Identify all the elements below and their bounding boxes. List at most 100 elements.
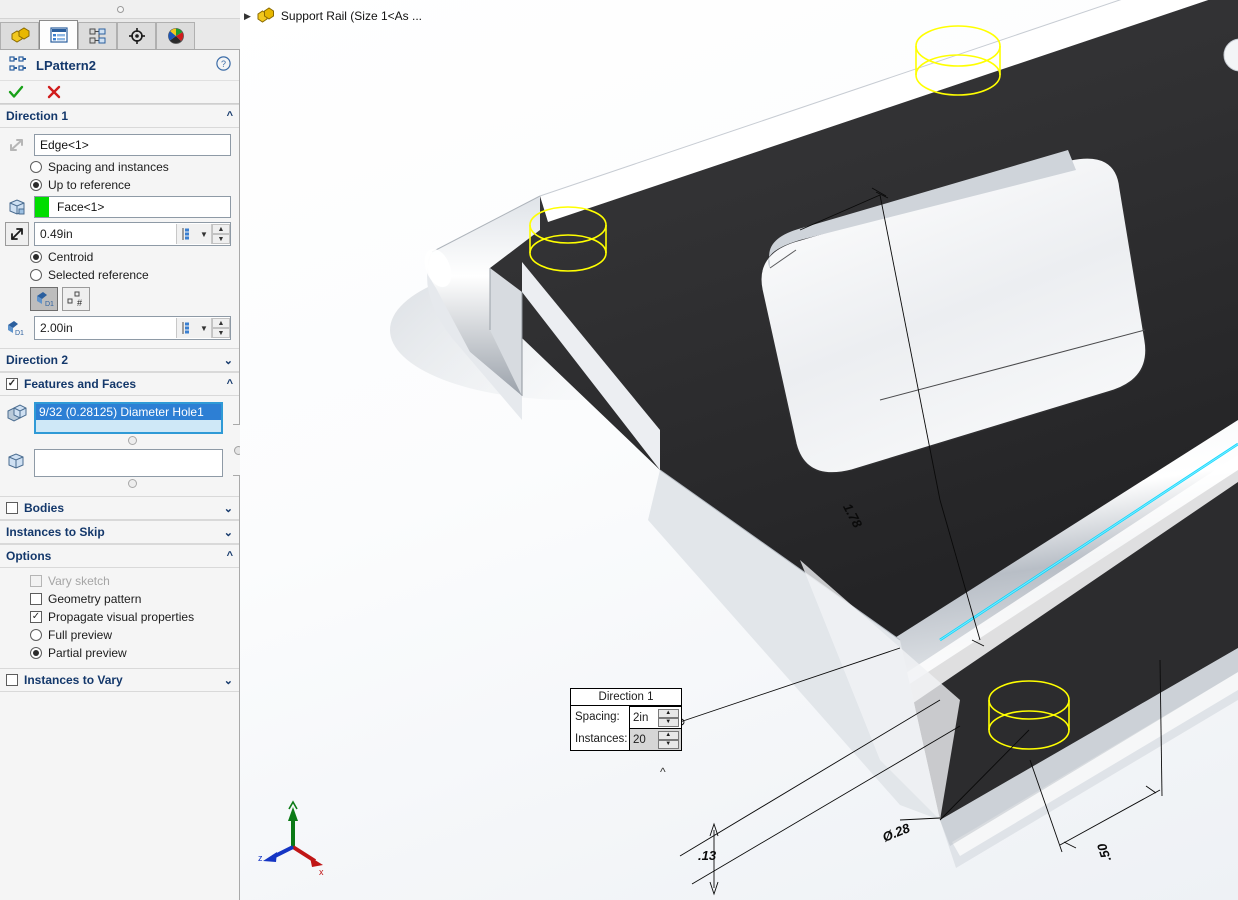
chevron-down-icon-skip[interactable]: ⌄ (224, 526, 233, 539)
radio-up-to-reference[interactable]: Up to reference (0, 176, 239, 194)
panel-titlebar[interactable] (0, 0, 240, 19)
bodies-checkbox[interactable] (6, 502, 18, 514)
popup-instances-spinner[interactable]: ▲ ▼ (655, 730, 679, 749)
section-header-instances-to-skip[interactable]: Instances to Skip ⌄ (0, 520, 239, 544)
popup-spacing-field[interactable]: 2in ▲ ▼ (629, 706, 681, 728)
popup-instances-label: Instances: (575, 733, 628, 745)
lpattern-icon (8, 54, 28, 77)
spacing-distance-row: D1 2.00in ▼ ▲ ▼ (0, 314, 239, 342)
radio-label-centroid: Centroid (48, 250, 94, 264)
section-header-direction-2[interactable]: Direction 2 ⌄ (0, 348, 239, 372)
propagate-visual-properties-checkbox[interactable]: ✓ (30, 611, 42, 623)
geometry-pattern-label: Geometry pattern (48, 592, 142, 606)
section-header-instances-to-vary[interactable]: Instances to Vary ⌄ (0, 668, 239, 692)
spinner-down-icon-2[interactable]: ▼ (212, 328, 230, 338)
accept-button[interactable] (6, 83, 26, 101)
popup-instances-field[interactable]: 20 ▲ ▼ (629, 728, 681, 750)
chevron-down-icon-bodies[interactable]: ⌄ (224, 502, 233, 515)
option-geometry-pattern[interactable]: Geometry pattern (0, 590, 239, 608)
offset-distance-control[interactable]: 0.49in ▼ ▲ ▼ (34, 222, 231, 246)
popup-instances-down-icon[interactable]: ▼ (657, 739, 679, 749)
property-manager-tab[interactable] (39, 20, 78, 49)
chevron-down-icon-direction-2[interactable]: ⌄ (224, 354, 233, 367)
dim-1-78[interactable]: 1.78 (840, 501, 865, 530)
spacing-distance-control[interactable]: 2.00in ▼ ▲ ▼ (34, 316, 231, 340)
offset-distance-mode-button[interactable]: D1 (30, 287, 58, 311)
chevron-down-icon-vary[interactable]: ⌄ (224, 674, 233, 687)
offset-distance-value[interactable]: 0.49in (35, 224, 176, 244)
popup-collapse-icon[interactable]: ^ (660, 765, 666, 779)
popup-spacing-spinner[interactable]: ▲ ▼ (655, 708, 679, 727)
radio-icon-centroid[interactable] (30, 251, 42, 263)
direction-edge-field[interactable]: Edge<1> (34, 134, 231, 156)
popup-spacing-down-icon[interactable]: ▼ (657, 717, 679, 727)
partial-preview-radio[interactable] (30, 647, 42, 659)
popup-instances-up-icon[interactable]: ▲ (657, 730, 679, 740)
chevron-down-icon-2[interactable]: ▼ (197, 318, 211, 338)
dim-0-13[interactable]: .13 (698, 848, 716, 863)
spinner-down-icon[interactable]: ▼ (212, 234, 230, 244)
features-selection-box[interactable]: 9/32 (0.28125) Diameter Hole1 (34, 402, 223, 434)
feature-manager-tab[interactable] (0, 22, 39, 49)
dim-0-50[interactable]: .50 (1094, 842, 1114, 864)
spinner-up-icon[interactable]: ▲ (212, 224, 230, 234)
geometry-pattern-checkbox[interactable] (30, 593, 42, 605)
faces-selection-row (0, 447, 239, 490)
chevron-up-icon-features[interactable]: ^ (227, 378, 233, 390)
spacing-distance-value[interactable]: 2.00in (35, 318, 176, 338)
section-header-direction-1[interactable]: Direction 1 ^ (0, 104, 239, 128)
instances-to-vary-checkbox[interactable] (6, 674, 18, 686)
option-full-preview[interactable]: Full preview (0, 626, 239, 644)
section-label-direction-2: Direction 2 (6, 353, 69, 367)
section-header-options[interactable]: Options ^ (0, 544, 239, 568)
svg-text:D1: D1 (45, 301, 54, 308)
radio-icon-spacing[interactable] (30, 161, 42, 173)
radio-label-spacing: Spacing and instances (48, 160, 169, 174)
configuration-manager-tab[interactable] (78, 22, 117, 49)
chevron-down-icon[interactable]: ▼ (197, 224, 211, 244)
option-propagate-visual-properties[interactable]: ✓ Propagate visual properties (0, 608, 239, 626)
breadcrumb[interactable]: ▶ Support Rail (Size 1<As ... (244, 5, 422, 27)
reverse-direction-button[interactable] (4, 222, 30, 246)
reference-face-row: Face<1> (0, 194, 239, 220)
svg-text:#: # (77, 298, 82, 308)
option-partial-preview[interactable]: Partial preview (0, 644, 239, 662)
features-resize-handle[interactable] (34, 434, 231, 447)
radio-selected-reference[interactable]: Selected reference (0, 266, 239, 284)
spinner-up-icon-2[interactable]: ▲ (212, 318, 230, 328)
dim-diameter-0-28[interactable]: Ø.28 (880, 820, 912, 844)
radio-centroid[interactable]: Centroid (0, 248, 239, 266)
faces-resize-handle[interactable] (34, 477, 231, 490)
radio-icon-up-to-reference[interactable] (30, 179, 42, 191)
panel-grip-icon[interactable] (116, 5, 124, 13)
radio-icon-selected-reference[interactable] (30, 269, 42, 281)
reference-face-field[interactable]: Face<1> (34, 196, 231, 218)
spacing-distance-spinner[interactable]: ▲ ▼ (211, 318, 230, 338)
section-header-bodies[interactable]: Bodies ⌄ (0, 496, 239, 520)
section-header-features-and-faces[interactable]: ✓ Features and Faces ^ (0, 372, 239, 396)
faces-selection-box[interactable] (34, 449, 223, 477)
coordinate-triad[interactable]: x z (255, 799, 331, 875)
offset-distance-spinner[interactable]: ▲ ▼ (211, 224, 230, 244)
help-icon[interactable]: ? (216, 56, 231, 74)
features-and-faces-checkbox[interactable]: ✓ (6, 378, 18, 390)
chevron-up-icon-options[interactable]: ^ (227, 550, 233, 562)
cancel-button[interactable] (44, 83, 64, 101)
radio-spacing-and-instances[interactable]: Spacing and instances (0, 158, 239, 176)
chevron-up-icon[interactable]: ^ (227, 110, 233, 122)
equation-link-icon[interactable] (176, 224, 197, 244)
graphics-viewport[interactable]: ▶ Support Rail (Size 1<As ... 1.78 .13 Ø… (240, 0, 1238, 900)
appearances-tab[interactable] (156, 22, 195, 49)
direction-reference-icon (4, 134, 30, 156)
instance-count-mode-button[interactable]: # (62, 287, 90, 311)
breadcrumb-expand-icon[interactable]: ▶ (244, 11, 251, 22)
equation-link-icon-2[interactable] (176, 318, 197, 338)
popup-spacing-up-icon[interactable]: ▲ (657, 708, 679, 718)
d1-distance-icon: D1 (4, 317, 30, 339)
section-label-bodies: Bodies (24, 501, 65, 515)
display-manager-tab[interactable] (117, 22, 156, 49)
full-preview-radio[interactable] (30, 629, 42, 641)
section-label-features-and-faces: Features and Faces (24, 377, 137, 391)
direction-1-popup-dialog[interactable]: Direction 1 Spacing: 2in ▲ ▼ Instances: … (570, 688, 682, 751)
selected-feature-item[interactable]: 9/32 (0.28125) Diameter Hole1 (36, 404, 221, 420)
